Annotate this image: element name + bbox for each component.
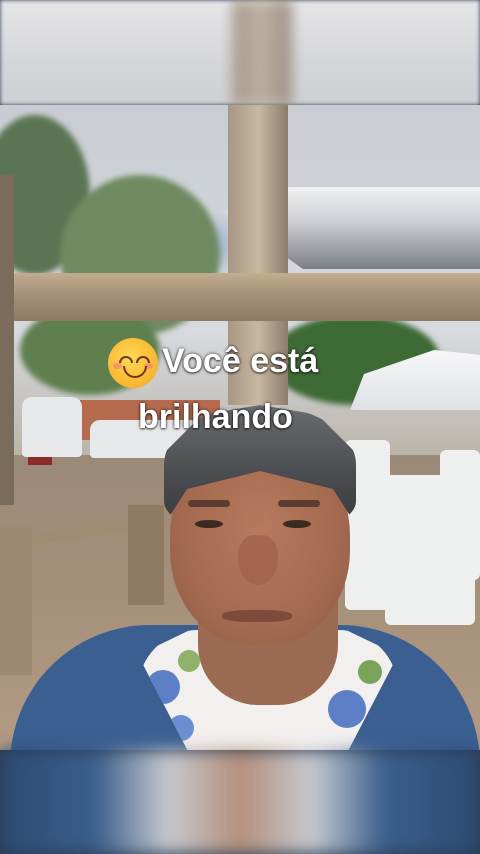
caption-overlay: Você está brilhando [108,338,408,438]
blurred-bottom-band [0,750,480,854]
blurred-post [232,0,292,105]
eye [283,520,311,528]
mouth [222,610,292,622]
plastic-chair [440,450,480,580]
wooden-post [0,175,14,505]
caption-line-1: Você está [162,342,319,380]
nose [238,535,278,585]
caption-line-2: brilhando [138,398,293,436]
smiling-face-emoji-icon [108,338,158,388]
blurred-top-band [0,0,480,105]
eye [195,520,223,528]
flower-print [328,690,366,728]
fence-post [128,505,164,605]
flower-print [178,650,200,672]
fence-post [0,525,32,675]
eyebrow [278,500,320,507]
flower-print [358,660,382,684]
eyebrow [188,500,230,507]
wooden-beam [0,273,480,321]
parked-car [22,397,82,457]
